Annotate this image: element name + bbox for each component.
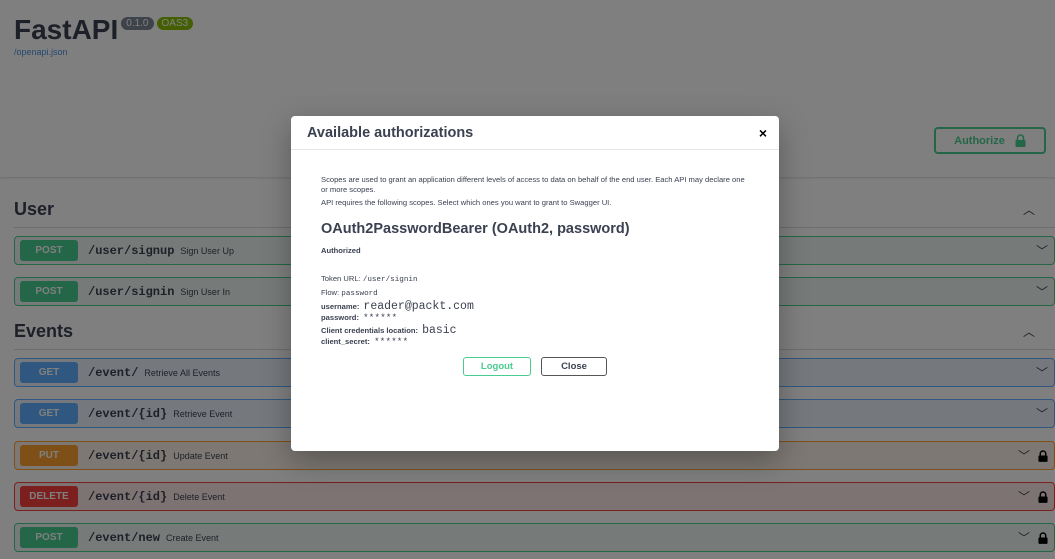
client-location-value: basic [422,324,457,337]
token-url-value: /user/signin [362,276,418,284]
auth-scheme-title: OAuth2PasswordBearer (OAuth2, password) [321,221,630,237]
scopes-description: Scopes are used to grant an application … [321,175,745,194]
dialog-body: Scopes are used to grant an application … [291,150,779,376]
flow-value: password [341,290,378,298]
close-icon[interactable]: × [759,125,767,141]
password-row: password: ****** [321,313,749,323]
client-location-label: Client credentials location: [321,326,419,335]
auth-details: Token URL: /user/signin Flow: password u… [321,274,749,347]
logout-button[interactable]: Logout [463,357,531,376]
token-url-row: Token URL: /user/signin [321,274,749,285]
flow-label: Flow: [321,288,340,297]
dialog-header: Available authorizations × [291,116,779,150]
client-secret-label: client_secret: [321,337,370,346]
username-label: username: [321,302,360,311]
dialog-actions: Logout Close [321,357,749,376]
scopes-instructions: API requires the following scopes. Selec… [321,198,612,207]
close-button[interactable]: Close [541,357,607,376]
token-url-label: Token URL: [321,274,361,283]
client-secret-row: client_secret: ****** [321,337,749,347]
auth-status: Authorized [321,246,361,255]
username-row: username: reader@packt.com [321,300,749,313]
password-value: ****** [362,312,398,323]
flow-row: Flow: password [321,288,749,299]
client-location-row: Client credentials location: basic [321,324,749,337]
password-label: password: [321,313,359,322]
client-secret-value: ****** [373,336,409,347]
dialog-title: Available authorizations [307,124,474,141]
authorization-dialog: Available authorizations × Scopes are us… [291,116,779,451]
username-value: reader@packt.com [363,300,474,313]
